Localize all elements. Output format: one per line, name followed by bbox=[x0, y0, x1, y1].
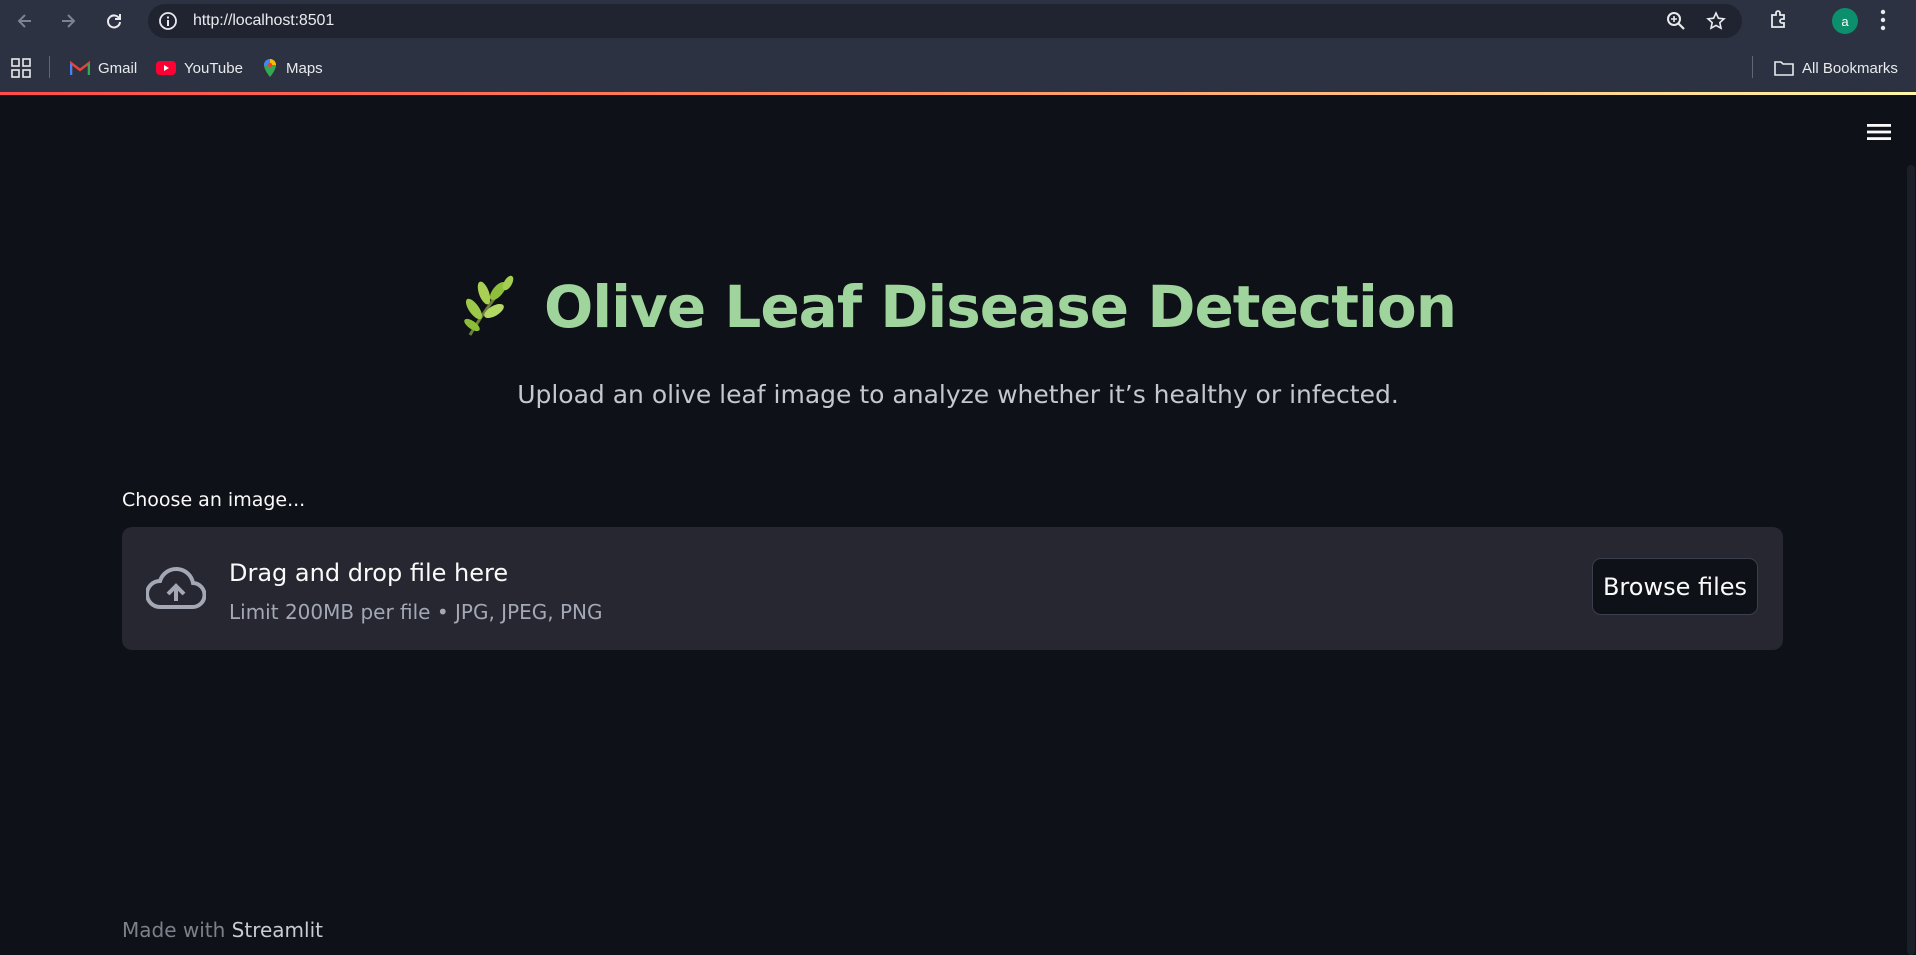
arrow-right-icon bbox=[62, 14, 76, 28]
forward-button[interactable] bbox=[54, 7, 82, 35]
folder-icon bbox=[1774, 61, 1794, 76]
dropzone-limit-text: Limit 200MB per file • JPG, JPEG, PNG bbox=[229, 600, 603, 624]
page-title: Olive Leaf Disease Detection bbox=[543, 273, 1457, 341]
url-text[interactable]: http://localhost:8501 bbox=[193, 12, 334, 30]
bookmark-star-icon[interactable] bbox=[1706, 11, 1726, 36]
youtube-icon bbox=[156, 61, 176, 75]
profile-avatar[interactable]: a bbox=[1832, 8, 1858, 34]
bookmark-youtube[interactable]: YouTube bbox=[156, 57, 243, 79]
footer-streamlit-link[interactable]: Streamlit bbox=[232, 918, 323, 942]
page-subtitle: Upload an olive leaf image to analyze wh… bbox=[517, 380, 1399, 409]
reload-button[interactable] bbox=[100, 7, 128, 35]
dropzone-title: Drag and drop file here bbox=[229, 559, 509, 587]
zoom-icon[interactable] bbox=[1666, 11, 1686, 36]
streamlit-decoration-bar bbox=[0, 92, 1916, 95]
all-bookmarks[interactable]: All Bookmarks bbox=[1774, 57, 1898, 79]
footer-prefix: Made with bbox=[122, 918, 226, 942]
site-info-icon[interactable] bbox=[158, 11, 178, 31]
extensions-icon[interactable] bbox=[1767, 8, 1791, 37]
browse-files-button[interactable]: Browse files bbox=[1592, 558, 1758, 615]
apps-grid-icon[interactable] bbox=[11, 58, 31, 83]
herb-icon bbox=[460, 273, 518, 342]
browser-toolbar: http://localhost:8501 a bbox=[0, 0, 1916, 42]
page-title-row: Olive Leaf Disease Detection bbox=[0, 262, 1916, 352]
bookmarks-divider-right bbox=[1752, 56, 1753, 78]
bookmark-gmail[interactable]: Gmail bbox=[70, 57, 137, 79]
arrow-left-icon bbox=[17, 14, 31, 28]
file-dropzone[interactable]: Drag and drop file here Limit 200MB per … bbox=[122, 527, 1783, 650]
bookmark-label: Gmail bbox=[98, 59, 138, 77]
all-bookmarks-label: All Bookmarks bbox=[1802, 59, 1898, 77]
cloud-upload-icon bbox=[145, 565, 207, 616]
main-menu-icon[interactable] bbox=[1866, 121, 1892, 148]
browser-menu-icon[interactable] bbox=[1880, 9, 1886, 36]
bookmark-maps[interactable]: Maps bbox=[262, 57, 323, 79]
address-bar[interactable]: http://localhost:8501 bbox=[148, 4, 1742, 38]
reload-icon bbox=[107, 14, 121, 29]
bookmarks-bar: Gmail YouTube Maps All Bookmarks bbox=[0, 42, 1916, 93]
footer: Made with Streamlit bbox=[122, 918, 323, 942]
file-uploader-label: Choose an image... bbox=[122, 489, 306, 511]
back-button[interactable] bbox=[11, 7, 39, 35]
maps-icon bbox=[264, 59, 276, 77]
bookmark-label: YouTube bbox=[184, 59, 243, 77]
gmail-icon bbox=[70, 60, 90, 75]
bookmarks-divider bbox=[49, 56, 50, 78]
bookmark-label: Maps bbox=[286, 59, 323, 77]
